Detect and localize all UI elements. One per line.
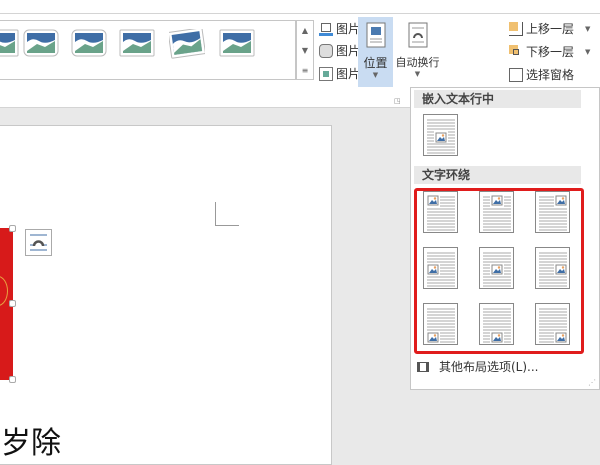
dialog-launcher-icon[interactable]: ◳ bbox=[394, 97, 401, 105]
layout-options-icon bbox=[417, 361, 429, 372]
landscape-icon bbox=[167, 27, 206, 59]
wrap-position-icon bbox=[427, 252, 455, 287]
landscape-icon bbox=[23, 29, 59, 57]
wrap-position-icon bbox=[539, 252, 567, 287]
margin-corner-mark bbox=[215, 202, 239, 226]
wrap-option-middle-left[interactable] bbox=[423, 247, 458, 289]
wrap-option-top-right[interactable] bbox=[535, 191, 570, 233]
wrap-option-bottom-center[interactable] bbox=[479, 303, 514, 345]
wrap-position-icon bbox=[483, 195, 511, 231]
document-page[interactable]: 岁除 bbox=[0, 125, 332, 465]
bring-forward-label: 上移一层 bbox=[526, 22, 575, 36]
resize-handle[interactable] bbox=[9, 225, 16, 232]
selected-picture[interactable] bbox=[0, 225, 16, 383]
send-backward-button[interactable]: 下移一层 ▼ bbox=[509, 43, 590, 60]
gallery-scroll-up[interactable]: ▲ bbox=[297, 21, 313, 41]
chevron-down-icon: ▼ bbox=[372, 71, 379, 79]
gallery-scroll-down[interactable]: ▼ bbox=[297, 41, 313, 61]
wrap-position-icon bbox=[483, 308, 511, 343]
wrap-option-top-left[interactable] bbox=[423, 191, 458, 233]
document-text[interactable]: 岁除 bbox=[1, 418, 61, 462]
picture-ornament bbox=[0, 276, 8, 306]
layout-icon bbox=[319, 66, 333, 81]
resize-handle[interactable] bbox=[9, 376, 16, 383]
picture-styles-gallery[interactable] bbox=[0, 20, 296, 80]
wrap-option-bottom-left[interactable] bbox=[423, 303, 458, 345]
wrap-position-icon bbox=[539, 195, 567, 231]
wrap-position-icon bbox=[427, 195, 455, 231]
inline-header: 嵌入文本行中 bbox=[414, 90, 581, 108]
wrap-position-icon bbox=[427, 119, 455, 154]
gallery-scrollbar[interactable]: ▲ ▼ ≡ bbox=[296, 20, 314, 80]
position-dropdown: 嵌入文本行中 文字环绕 其他布局选项(L)... ⋰ bbox=[410, 87, 600, 390]
picture-style-4[interactable] bbox=[119, 29, 155, 59]
picture-style-5[interactable] bbox=[167, 27, 206, 59]
position-inline-option[interactable] bbox=[423, 114, 458, 156]
position-icon bbox=[366, 22, 385, 48]
wrap-option-top-center[interactable] bbox=[479, 191, 514, 233]
layout-options-button[interactable] bbox=[25, 229, 52, 256]
resize-handle[interactable] bbox=[9, 300, 16, 307]
picture-style-6[interactable] bbox=[219, 29, 255, 59]
landscape-icon bbox=[219, 29, 255, 57]
wrap-position-icon bbox=[483, 252, 511, 287]
wrap-text-icon bbox=[408, 22, 427, 48]
position-label: 位置 bbox=[363, 56, 388, 70]
selection-pane-icon bbox=[509, 67, 523, 82]
picture-style-1[interactable] bbox=[0, 29, 19, 59]
position-button[interactable]: 位置 ▼ bbox=[358, 17, 393, 87]
wrap-header: 文字环绕 bbox=[414, 166, 581, 184]
landscape-icon bbox=[119, 29, 155, 57]
effects-icon bbox=[319, 43, 333, 58]
wrap-position-icon bbox=[427, 308, 455, 343]
pen-border-icon bbox=[319, 22, 333, 36]
wrap-option-bottom-right[interactable] bbox=[535, 303, 570, 345]
send-backward-label: 下移一层 bbox=[526, 45, 575, 59]
landscape-icon bbox=[71, 29, 107, 57]
resize-grip-icon[interactable]: ⋰ bbox=[588, 378, 596, 387]
wrap-text-label: 自动换行 bbox=[395, 56, 440, 69]
wrap-text-button[interactable]: 自动换行 ▼ bbox=[395, 17, 440, 87]
selection-pane-label: 选择窗格 bbox=[526, 68, 575, 82]
more-layout-options[interactable]: 其他布局选项(L)... bbox=[417, 358, 539, 375]
wrap-position-icon bbox=[539, 308, 567, 343]
selection-pane-button[interactable]: 选择窗格 bbox=[509, 66, 574, 83]
picture-style-2[interactable] bbox=[23, 29, 59, 59]
gallery-expand[interactable]: ≡ bbox=[297, 61, 313, 81]
bring-forward-button[interactable]: 上移一层 ▼ bbox=[509, 20, 590, 37]
picture-style-3[interactable] bbox=[71, 29, 107, 59]
wrap-option-middle-center[interactable] bbox=[479, 247, 514, 289]
bring-forward-icon bbox=[509, 21, 523, 36]
more-layout-label: 其他布局选项(L)... bbox=[439, 360, 539, 374]
wrap-option-middle-right[interactable] bbox=[535, 247, 570, 289]
send-backward-icon bbox=[509, 44, 523, 59]
landscape-icon bbox=[0, 29, 19, 57]
title-strip bbox=[0, 0, 600, 14]
chevron-down-icon: ▼ bbox=[414, 70, 421, 78]
layout-options-icon bbox=[30, 234, 47, 251]
